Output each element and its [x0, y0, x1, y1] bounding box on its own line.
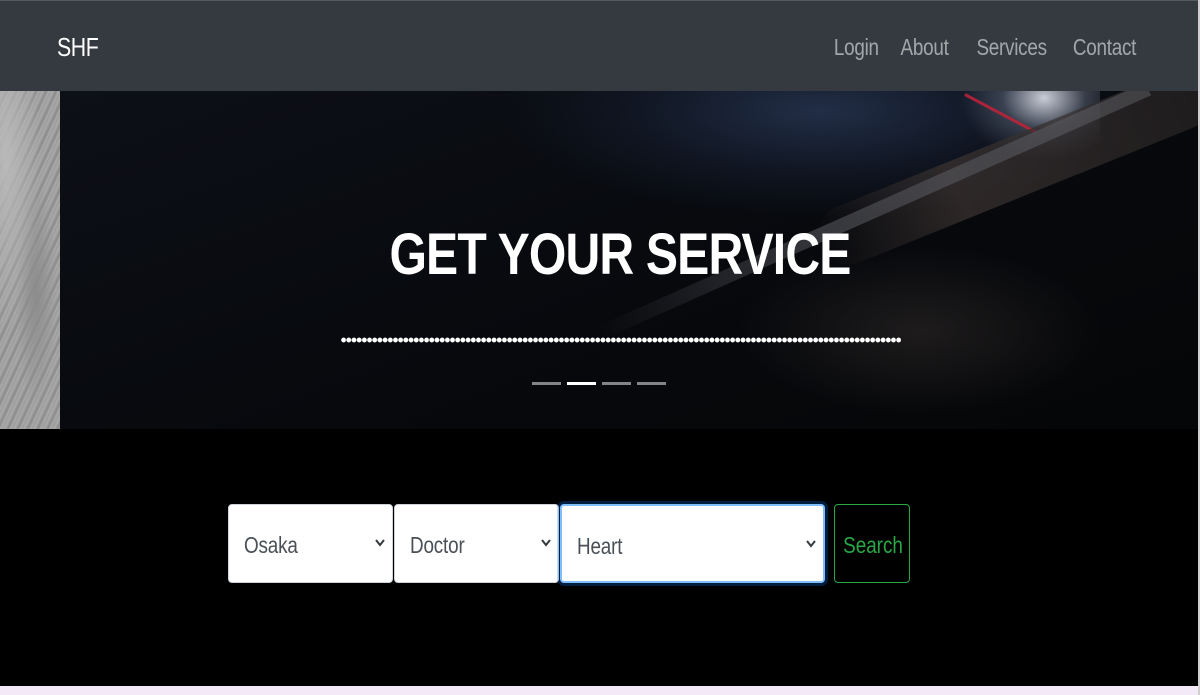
- chevron-down-icon: [541, 539, 551, 547]
- search-button-label: Search: [843, 532, 903, 558]
- city-select-value: Osaka: [244, 532, 298, 558]
- provider-type-select[interactable]: Doctor: [394, 504, 559, 583]
- specialty-select[interactable]: Heart: [560, 504, 825, 583]
- carousel-indicator-3[interactable]: [602, 382, 631, 385]
- carousel-previous-slide-image: [0, 91, 60, 429]
- slide-rail-shape: [597, 91, 1151, 340]
- carousel-indicator-4[interactable]: [637, 382, 666, 385]
- specialty-select-value: Heart: [577, 533, 623, 559]
- page: SHF Login About Services Contact GET YOU…: [0, 0, 1200, 695]
- hero-title: GET YOUR SERVICE: [389, 222, 851, 287]
- nav-link-login[interactable]: Login: [834, 34, 879, 61]
- hero-carousel: GET YOUR SERVICE: [0, 91, 1200, 429]
- carousel-slide-image: GET YOUR SERVICE: [60, 91, 1200, 429]
- city-select[interactable]: Osaka: [228, 504, 393, 583]
- hero-dotted-divider: [341, 337, 901, 343]
- chevron-down-icon: [806, 540, 816, 548]
- chevron-down-icon: [375, 539, 385, 547]
- nav-link-about[interactable]: About: [901, 34, 949, 61]
- brand-logo[interactable]: SHF: [57, 32, 99, 63]
- provider-type-select-value: Doctor: [410, 532, 465, 558]
- nav-link-contact[interactable]: Contact: [1073, 34, 1137, 61]
- carousel-indicator-1[interactable]: [532, 382, 561, 385]
- footer-strip: [0, 686, 1200, 695]
- navbar: SHF Login About Services Contact: [0, 0, 1200, 91]
- carousel-indicators: [532, 382, 666, 385]
- carousel-indicator-2[interactable]: [567, 382, 596, 385]
- search-button[interactable]: Search: [834, 504, 910, 583]
- nav-links: Login About Services Contact: [824, 34, 1137, 61]
- nav-link-services[interactable]: Services: [976, 34, 1047, 61]
